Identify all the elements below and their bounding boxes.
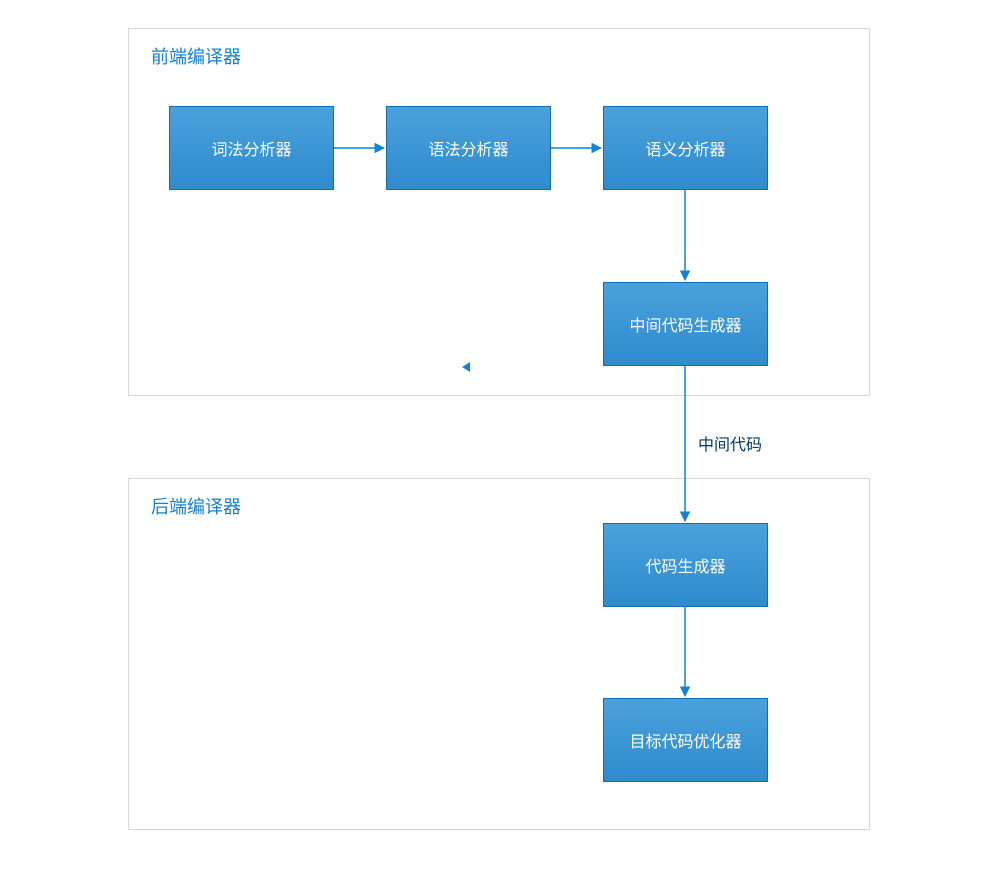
node-icg-label: 中间代码生成器 [629, 312, 741, 336]
node-optim-label: 目标代码优化器 [629, 728, 741, 752]
node-intermediate-code-generator: 中间代码生成器 [603, 282, 768, 366]
node-lexer: 词法分析器 [169, 106, 334, 190]
group-frontend-title: 前端编译器 [151, 43, 241, 69]
node-parser-label: 语法分析器 [428, 136, 508, 160]
diagram-canvas: 前端编译器 后端编译器 词法分析器 语法分析器 语义分析器 中间代码生成器 代码… [128, 28, 870, 838]
node-parser: 语法分析器 [386, 106, 551, 190]
node-target-code-optimizer: 目标代码优化器 [603, 698, 768, 782]
chevron-left-icon [462, 362, 470, 372]
node-semantic-label: 语义分析器 [645, 136, 725, 160]
node-semantic: 语义分析器 [603, 106, 768, 190]
edge-label-intermediate-code: 中间代码 [698, 431, 762, 455]
node-code-generator: 代码生成器 [603, 523, 768, 607]
node-codegen-label: 代码生成器 [645, 553, 725, 577]
node-lexer-label: 词法分析器 [211, 136, 291, 160]
group-backend-title: 后端编译器 [151, 493, 241, 519]
